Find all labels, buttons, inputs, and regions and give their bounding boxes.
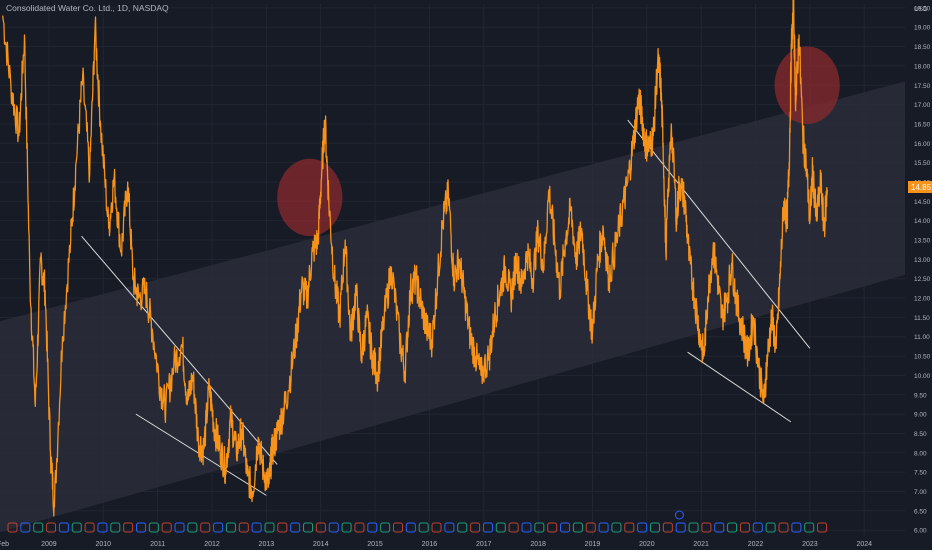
y-tick-label: 11.50 [914,315,930,322]
price-tag: 14.85 [911,183,932,192]
y-tick-label: 16.50 [914,121,931,128]
y-tick-label: 14.00 [914,218,931,225]
x-tick-label: 2014 [313,541,329,548]
y-tick-label: 10.50 [914,354,931,361]
chart-title: Consolidated Water Co. Ltd., 1D, NASDAQ [6,3,169,13]
price-chart[interactable]: 2009 2010 2011 2012 2013 2014 2015 2016 2017 2018… [0,0,932,550]
y-tick-label: 9.50 [914,392,927,399]
x-tick-label: 2020 [639,541,655,548]
y-tick-label: 15.50 [914,160,931,167]
x-tick-label: 2009 [41,541,57,548]
x-tick-label: 2021 [693,541,709,548]
x-tick-label: 2015 [367,541,383,548]
y-tick-label: 17.50 [914,83,931,90]
x-tick-label: 2016 [422,541,438,548]
y-tick-label: 9.00 [914,412,927,419]
y-tick-label: 13.50 [914,238,931,245]
y-tick-label: 12.00 [914,296,931,303]
y-tick-label: 12.50 [914,276,931,283]
y-tick-label: 8.00 [914,450,927,457]
x-tick-label: 2013 [259,541,275,548]
y-tick-label: 6.00 [914,528,927,535]
y-tick-label: 13.00 [914,257,931,264]
y-tick-label: 19.00 [914,25,931,32]
x-tick-label: 2011 [150,541,165,548]
y-tick-label: 11.00 [914,334,930,341]
y-tick-label: 7.50 [914,470,927,477]
x-tick-label: 2012 [204,541,220,548]
x-tick-label: 2010 [95,541,111,548]
x-tick-label: 2017 [476,541,492,548]
y-tick-label: 7.00 [914,489,927,496]
y-tick-label: 16.00 [914,141,931,148]
x-tick-label: 2024 [856,541,872,548]
x-tick-label: 2023 [802,541,818,548]
highlight-circle [277,158,343,237]
y-tick-label: 18.50 [914,44,931,51]
y-tick-label: 8.50 [914,431,927,438]
x-start-label: Feb [0,541,9,548]
y-tick-label: 14.50 [914,199,931,206]
y-tick-label: 6.50 [914,508,927,515]
currency-label: USD [914,6,928,13]
highlight-circle [774,46,840,124]
x-tick-label: 2019 [585,541,601,548]
x-tick-label: 2022 [748,541,764,548]
y-tick-label: 10.00 [914,373,931,380]
x-tick-label: 2018 [530,541,546,548]
y-tick-label: 18.00 [914,63,931,70]
y-tick-label: 17.00 [914,102,931,109]
